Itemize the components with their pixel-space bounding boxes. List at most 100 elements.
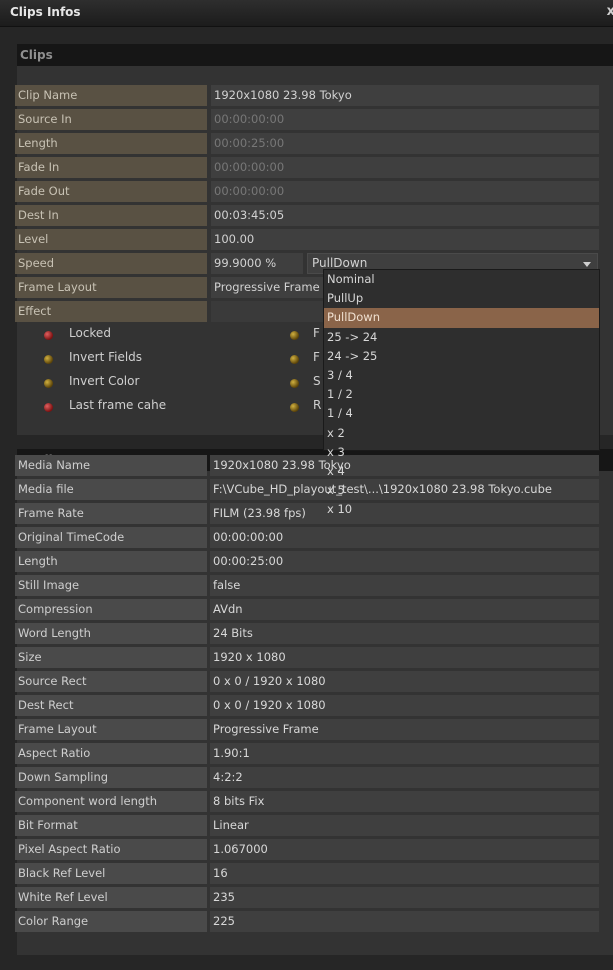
- media-field-label: Frame Layout: [15, 719, 207, 740]
- media-field-label: Bit Format: [15, 815, 207, 836]
- speed-value-field[interactable]: 99.9000 %: [211, 253, 303, 274]
- clip-field-row: Length 00:00:25:00: [15, 133, 599, 154]
- close-icon[interactable]: x: [607, 4, 613, 19]
- status-led-icon[interactable]: [44, 355, 53, 364]
- option-label: F: [313, 350, 320, 364]
- media-field-value[interactable]: 235: [210, 887, 599, 908]
- media-field-row: White Ref Level 235: [15, 887, 599, 908]
- media-field-label: Word Length: [15, 623, 207, 644]
- media-field-label: Aspect Ratio: [15, 743, 207, 764]
- speed-menu-option[interactable]: x 4: [324, 462, 599, 481]
- speed-mode-menu[interactable]: Nominal PullUp PullDown 25 -> 24 24 -> 25 3 /…: [323, 269, 600, 516]
- status-led-icon[interactable]: [290, 379, 299, 388]
- clip-field-row: Dest In 00:03:45:05: [15, 205, 599, 226]
- speed-menu-option[interactable]: x 10: [324, 500, 599, 519]
- media-field-value[interactable]: 00:00:25:00: [210, 551, 599, 572]
- clip-field-label: Dest In: [15, 205, 207, 226]
- status-led-icon[interactable]: [290, 355, 299, 364]
- media-field-row: Color Range 225: [15, 911, 599, 932]
- media-field-value[interactable]: 16: [210, 863, 599, 884]
- window-footer: [0, 955, 613, 970]
- clip-field-label: Clip Name: [15, 85, 207, 106]
- media-field-value[interactable]: Linear: [210, 815, 599, 836]
- media-field-value[interactable]: 0 x 0 / 1920 x 1080: [210, 671, 599, 692]
- clip-field-row: Level 100.00: [15, 229, 599, 250]
- window-titlebar: Clips Infos x: [0, 0, 613, 27]
- media-field-row: Size 1920 x 1080: [15, 647, 599, 668]
- option-label: Last frame cahe: [69, 398, 167, 412]
- media-field-label: Pixel Aspect Ratio: [15, 839, 207, 860]
- clip-field-row: Fade In 00:00:00:00: [15, 157, 599, 178]
- clips-header: Clips: [17, 44, 613, 66]
- clip-field-label: Fade In: [15, 157, 207, 178]
- speed-menu-option[interactable]: 25 -> 24: [324, 328, 599, 347]
- option-label: Invert Fields: [69, 350, 143, 364]
- media-field-label: Size: [15, 647, 207, 668]
- media-field-row: Pixel Aspect Ratio 1.067000: [15, 839, 599, 860]
- clip-field-row: Fade Out 00:00:00:00: [15, 181, 599, 202]
- media-field-value[interactable]: Progressive Frame: [210, 719, 599, 740]
- speed-menu-option[interactable]: 1 / 4: [324, 404, 599, 423]
- media-field-label: Still Image: [15, 575, 207, 596]
- speed-menu-option[interactable]: 3 / 4: [324, 366, 599, 385]
- media-field-label: Color Range: [15, 911, 207, 932]
- chevron-down-icon[interactable]: [583, 262, 591, 267]
- media-field-row: Original TimeCode 00:00:00:00: [15, 527, 599, 548]
- option-label: S: [313, 374, 321, 388]
- speed-menu-option[interactable]: x 3: [324, 443, 599, 462]
- media-field-label: Dest Rect: [15, 695, 207, 716]
- media-field-value[interactable]: AVdn: [210, 599, 599, 620]
- media-field-value[interactable]: 4:2:2: [210, 767, 599, 788]
- media-field-label: Down Sampling: [15, 767, 207, 788]
- media-field-row: Down Sampling 4:2:2: [15, 767, 599, 788]
- media-field-label: Original TimeCode: [15, 527, 207, 548]
- speed-menu-option[interactable]: x 5: [324, 481, 599, 500]
- media-field-label: Media Name: [15, 455, 207, 476]
- window-title: Clips Infos: [10, 5, 81, 19]
- option-label: Invert Color: [69, 374, 140, 388]
- speed-menu-option[interactable]: x 2: [324, 424, 599, 443]
- clip-field-value[interactable]: 00:00:00:00: [211, 181, 599, 202]
- clip-field-label: Source In: [15, 109, 207, 130]
- media-field-label: Source Rect: [15, 671, 207, 692]
- media-field-row: Still Image false: [15, 575, 599, 596]
- status-led-icon[interactable]: [290, 331, 299, 340]
- clip-field-value[interactable]: 00:00:00:00: [211, 157, 599, 178]
- speed-menu-option[interactable]: PullUp: [324, 289, 599, 308]
- speed-menu-option[interactable]: 1 / 2: [324, 385, 599, 404]
- option-label: F: [313, 326, 320, 340]
- media-field-label: Frame Rate: [15, 503, 207, 524]
- frame-layout-label: Frame Layout: [15, 277, 207, 298]
- media-field-value[interactable]: 00:00:00:00: [210, 527, 599, 548]
- clip-field-value[interactable]: 00:00:25:00: [211, 133, 599, 154]
- speed-label: Speed: [15, 253, 207, 274]
- clip-field-value[interactable]: 00:03:45:05: [211, 205, 599, 226]
- speed-menu-option[interactable]: PullDown: [324, 308, 599, 328]
- media-field-label: Compression: [15, 599, 207, 620]
- media-field-value[interactable]: 1920 x 1080: [210, 647, 599, 668]
- media-field-label: Media file: [15, 479, 207, 500]
- media-field-row: Black Ref Level 16: [15, 863, 599, 884]
- media-field-value[interactable]: 225: [210, 911, 599, 932]
- speed-menu-option[interactable]: Nominal: [324, 270, 599, 289]
- clip-field-row: Source In 00:00:00:00: [15, 109, 599, 130]
- media-field-row: Aspect Ratio 1.90:1: [15, 743, 599, 764]
- status-led-icon[interactable]: [44, 379, 53, 388]
- clip-field-value[interactable]: 00:00:00:00: [211, 109, 599, 130]
- media-field-value[interactable]: 24 Bits: [210, 623, 599, 644]
- media-field-value[interactable]: 1.067000: [210, 839, 599, 860]
- media-field-row: Component word length 8 bits Fix: [15, 791, 599, 812]
- media-field-row: Length 00:00:25:00: [15, 551, 599, 572]
- clip-field-value[interactable]: 1920x1080 23.98 Tokyo: [211, 85, 599, 106]
- media-field-value[interactable]: 8 bits Fix: [210, 791, 599, 812]
- status-led-icon[interactable]: [44, 403, 53, 412]
- media-field-value[interactable]: 1.90:1: [210, 743, 599, 764]
- clip-field-value[interactable]: 100.00: [211, 229, 599, 250]
- status-led-icon[interactable]: [290, 403, 299, 412]
- media-field-value[interactable]: 0 x 0 / 1920 x 1080: [210, 695, 599, 716]
- media-field-value[interactable]: false: [210, 575, 599, 596]
- speed-menu-option[interactable]: 24 -> 25: [324, 347, 599, 366]
- status-led-icon[interactable]: [44, 331, 53, 340]
- media-field-row: Dest Rect 0 x 0 / 1920 x 1080: [15, 695, 599, 716]
- media-field-label: Component word length: [15, 791, 207, 812]
